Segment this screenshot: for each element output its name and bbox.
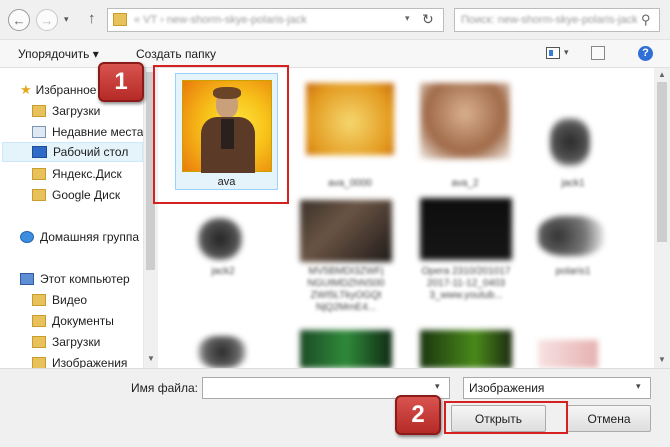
nav-downloads[interactable]: Загрузки: [32, 101, 100, 121]
arrow-right-icon: →: [40, 12, 54, 28]
highlight-box-file: [153, 65, 289, 204]
nav-desktop[interactable]: Рабочий стол: [2, 142, 143, 162]
nav-scroll-down-icon[interactable]: ▼: [147, 354, 155, 363]
address-path: « VT › new-shorm-skye-polaris-jack: [134, 14, 307, 26]
homegroup-icon: [20, 231, 34, 243]
file-name: Opera 2310/201017 2017-11-12_0403 3_www.…: [421, 266, 511, 301]
google-drive-folder-icon: [32, 189, 46, 201]
nav-homegroup[interactable]: Домашняя группа: [20, 227, 139, 247]
arrow-left-icon: ←: [12, 12, 26, 28]
file-name: ava_2: [451, 178, 479, 189]
desktop-icon: [32, 146, 47, 158]
view-options-icon[interactable]: [546, 47, 560, 59]
back-button[interactable]: ←: [8, 9, 30, 31]
folder-icon: [113, 13, 127, 26]
content-scrollbar[interactable]: ▲ ▼: [654, 68, 670, 368]
documents-folder-icon: [32, 315, 46, 327]
computer-icon: [20, 273, 34, 285]
downloads-folder-icon: [32, 105, 46, 117]
scroll-down-icon[interactable]: ▼: [658, 355, 666, 364]
image-thumbnail[interactable]: [420, 83, 510, 159]
navigation-pane: ★ Избранное Загрузки Недавние места Рабо…: [0, 68, 157, 368]
view-dropdown-icon[interactable]: ▾: [564, 47, 569, 58]
file-type-value: Изображения: [469, 381, 545, 395]
video-folder-icon: [32, 294, 46, 306]
search-placeholder: Поиск: new-shorm-skye-polaris-jack: [461, 14, 638, 26]
nav-images[interactable]: Изображения: [32, 353, 127, 368]
image-thumbnail[interactable]: [306, 83, 394, 155]
yandex-folder-icon: [32, 168, 46, 180]
nav-google-drive[interactable]: Google Диск: [32, 185, 120, 205]
content-scrollbar-thumb[interactable]: [657, 82, 667, 242]
file-name: jack1: [561, 178, 585, 189]
forward-button[interactable]: →: [36, 9, 58, 31]
refresh-icon[interactable]: ↻: [422, 11, 434, 28]
image-thumbnail[interactable]: [300, 200, 392, 262]
file-name: jack2: [211, 266, 235, 277]
filename-dropdown-icon[interactable]: ▾: [435, 381, 440, 392]
image-thumbnail[interactable]: [198, 336, 246, 368]
file-name: ava_0000: [328, 178, 372, 189]
nav-documents[interactable]: Документы: [32, 311, 114, 331]
file-name: MV5BMDI3ZWFj NGUtMDZhNS00 ZWI5LTkyOGQt N…: [307, 266, 385, 313]
filename-label: Имя файла:: [131, 381, 198, 395]
star-icon: ★: [20, 82, 32, 97]
address-bar[interactable]: « VT › new-shorm-skye-polaris-jack ▾ ↻: [107, 8, 444, 32]
search-icon: ⚲: [641, 12, 651, 27]
downloads-pc-folder-icon: [32, 336, 46, 348]
search-input[interactable]: Поиск: new-shorm-skye-polaris-jack ⚲: [454, 8, 660, 32]
address-dropdown-icon[interactable]: ▾: [405, 13, 410, 24]
nav-recent[interactable]: Недавние места: [32, 122, 143, 142]
dialog-footer: Имя файла: ▾ Изображения ▾ Открыть Отмен…: [0, 368, 670, 447]
image-thumbnail[interactable]: [420, 330, 512, 368]
image-thumbnail[interactable]: [300, 330, 392, 368]
nav-favorites[interactable]: ★ Избранное: [20, 80, 96, 100]
nav-yandex-disk[interactable]: Яндекс.Диск: [32, 164, 122, 184]
address-row: ← → ▾ ↑ « VT › new-shorm-skye-polaris-ja…: [0, 0, 670, 40]
file-name: polaris1: [555, 266, 591, 277]
callout-badge-2: 2: [395, 395, 441, 435]
recent-chevron-icon[interactable]: ▾: [64, 14, 69, 25]
recent-places-icon: [32, 126, 46, 138]
up-arrow-icon[interactable]: ↑: [88, 10, 96, 27]
nav-this-pc[interactable]: Этот компьютер: [20, 269, 130, 289]
nav-video[interactable]: Видео: [32, 290, 87, 310]
preview-pane-icon[interactable]: [591, 46, 605, 60]
image-thumbnail[interactable]: [550, 118, 590, 166]
image-thumbnail[interactable]: [538, 340, 598, 368]
callout-badge-1: 1: [98, 62, 144, 102]
nav-downloads-pc[interactable]: Загрузки: [32, 332, 100, 352]
file-type-dropdown-icon[interactable]: ▾: [636, 381, 641, 392]
image-thumbnail[interactable]: [538, 216, 604, 256]
help-icon[interactable]: ?: [638, 46, 653, 61]
images-folder-icon: [32, 357, 46, 368]
cancel-button[interactable]: Отмена: [567, 405, 651, 432]
highlight-box-open: [444, 401, 568, 434]
file-type-select[interactable]: Изображения ▾: [463, 377, 651, 399]
image-thumbnail[interactable]: [420, 198, 512, 260]
new-folder-button[interactable]: Создать папку: [136, 47, 216, 61]
scroll-up-icon[interactable]: ▲: [658, 70, 666, 79]
organize-button[interactable]: Упорядочить ▾: [18, 47, 99, 61]
image-thumbnail[interactable]: [198, 218, 242, 260]
